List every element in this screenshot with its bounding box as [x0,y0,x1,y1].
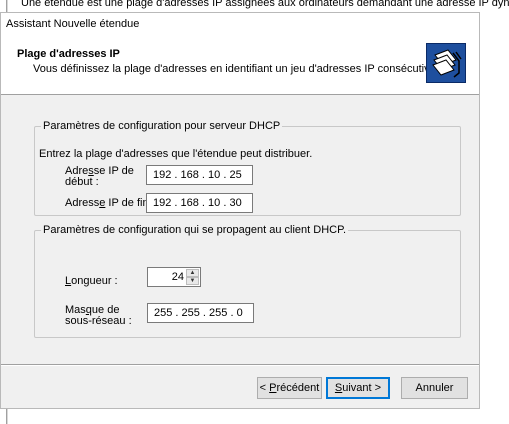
subnet-mask-input[interactable]: 255 . 255 . 255 . 0 [147,303,254,323]
window-title: Assistant Nouvelle étendue [6,18,140,30]
button-separator [1,364,479,366]
length-label: Longueur : [65,275,118,287]
range-instruction: Entrez la plage d'adresses que l'étendue… [39,148,313,160]
page-subtitle: Vous définissez la plage d'adresses en i… [33,63,445,75]
wizard-header: Plage d'adresses IP Vous définissez la p… [1,33,479,95]
start-ip-label-line2: début : [65,176,99,188]
start-ip-input[interactable]: 192 . 168 . 10 . 25 [146,165,253,185]
title-bar: Assistant Nouvelle étendue [1,13,479,33]
next-button[interactable]: Suivant > [326,377,390,399]
length-value: 24 [171,271,184,283]
new-scope-wizard: Assistant Nouvelle étendue Plage d'adres… [0,12,480,409]
folder-stack-icon [426,43,466,83]
page-title: Plage d'adresses IP [17,48,120,60]
end-ip-label: Adresse IP de fin : [65,197,155,209]
background-description: Une étendue est une plage d'adresses IP … [21,0,509,9]
length-stepper[interactable]: 24 ▲ ▼ [147,267,201,287]
spin-up-icon[interactable]: ▲ [186,269,199,277]
length-spin-buttons: ▲ ▼ [186,269,199,285]
cancel-button[interactable]: Annuler [401,377,468,399]
previous-button[interactable]: < Précédent [257,377,322,399]
server-config-legend: Paramètres de configuration pour serveur… [41,120,283,132]
subnet-mask-label-line2: sous-réseau : [65,315,132,327]
client-config-legend: Paramètres de configuration qui se propa… [41,224,349,236]
spin-down-icon[interactable]: ▼ [186,277,199,285]
end-ip-input[interactable]: 192 . 168 . 10 . 30 [146,193,253,213]
